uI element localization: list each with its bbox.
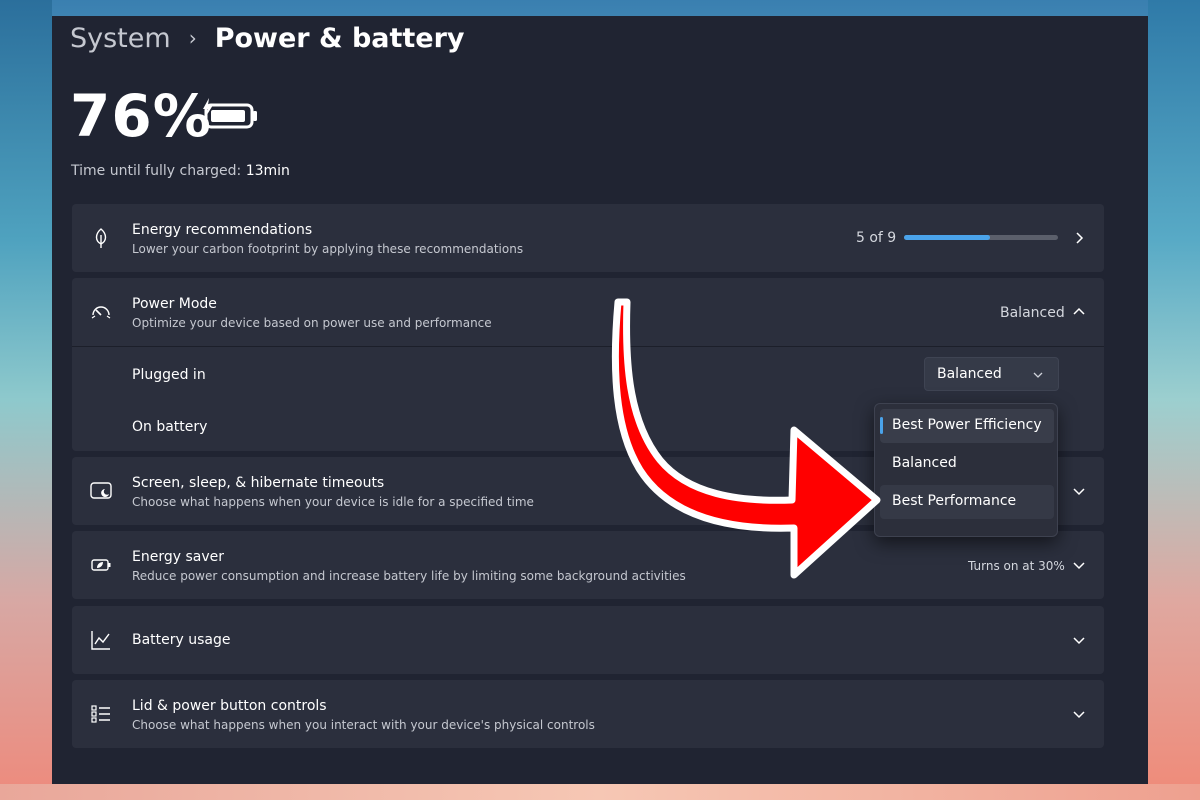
breadcrumb-separator: › [188, 26, 197, 50]
dropdown-option-best-performance[interactable]: Best Performance [880, 485, 1054, 519]
breadcrumb-system[interactable]: System [70, 23, 171, 54]
breadcrumb: System › Power & battery [70, 18, 465, 58]
settings-window: System › Power & battery 76% Time until … [52, 16, 1148, 784]
screen-sleep-icon [90, 482, 112, 499]
energy-saver-value: Turns on at 30% [968, 559, 1065, 573]
recommendations-count: 5 of 9 [856, 230, 897, 246]
power-mode-value: Balanced [1000, 305, 1065, 321]
battery-percentage: 76% [70, 82, 212, 150]
lid-power-title: Lid & power button controls [132, 698, 327, 714]
on-battery-label: On battery [132, 419, 208, 435]
battery-leaf-icon [91, 559, 111, 571]
screen-sleep-title: Screen, sleep, & hibernate timeouts [132, 475, 385, 491]
lid-power-subtitle: Choose what happens when you interact wi… [132, 718, 595, 732]
desktop-background-right [1148, 0, 1200, 800]
dropdown-option-balanced[interactable]: Balanced [880, 447, 1054, 481]
list-icon [91, 705, 110, 723]
plugged-in-label: Plugged in [132, 367, 206, 383]
option-label: Best Power Efficiency [892, 417, 1042, 433]
desktop-background-left [0, 0, 52, 800]
chart-line-icon [91, 631, 110, 650]
chevron-down-icon[interactable] [1072, 484, 1086, 498]
option-label: Balanced [892, 455, 957, 471]
power-mode-title: Power Mode [132, 296, 217, 312]
gauge-icon [91, 306, 111, 319]
battery-usage-title: Battery usage [132, 632, 231, 648]
desktop-background-bottom [0, 784, 1200, 800]
energy-saver-card[interactable]: Energy saver Reduce power consumption an… [72, 531, 1104, 599]
chevron-right-icon[interactable] [1072, 231, 1086, 245]
chevron-down-icon[interactable] [1072, 558, 1086, 572]
page-title: Power & battery [214, 22, 465, 54]
energy-recommendations-subtitle: Lower your carbon footprint by applying … [132, 242, 524, 256]
charge-time-label: Time until fully charged: [71, 163, 242, 179]
plugged-in-dropdown-value: Balanced [937, 366, 1002, 382]
energy-recommendations-card[interactable]: Energy recommendations Lower your carbon… [72, 204, 1104, 272]
energy-saver-title: Energy saver [132, 549, 224, 565]
charge-time-value: 13min [245, 163, 290, 179]
battery-usage-card[interactable]: Battery usage [72, 606, 1104, 674]
recommendations-progress [904, 235, 1058, 240]
chevron-up-icon[interactable] [1072, 305, 1086, 319]
selected-indicator [880, 417, 883, 434]
charge-time-text: Time until fully charged: 13min [71, 163, 290, 179]
power-mode-subtitle: Optimize your device based on power use … [132, 316, 492, 330]
recommendations-progress-fill [904, 235, 991, 240]
lid-power-card[interactable]: Lid & power button controls Choose what … [72, 680, 1104, 748]
leaf-icon [95, 228, 107, 248]
dropdown-option-best-power-efficiency[interactable]: Best Power Efficiency [880, 409, 1054, 443]
option-label: Best Performance [892, 493, 1017, 509]
chevron-down-icon [1033, 372, 1043, 378]
screen-sleep-subtitle: Choose what happens when your device is … [132, 495, 534, 509]
power-mode-card[interactable]: Power Mode Optimize your device based on… [72, 278, 1104, 346]
energy-recommendations-title: Energy recommendations [132, 222, 313, 238]
energy-saver-subtitle: Reduce power consumption and increase ba… [132, 569, 686, 583]
plugged-in-dropdown[interactable]: Balanced [924, 357, 1059, 391]
battery-charging-icon [203, 98, 257, 129]
power-mode-dropdown-menu: Best Power Efficiency Balanced Best Perf… [874, 403, 1058, 537]
chevron-down-icon[interactable] [1072, 633, 1086, 647]
chevron-down-icon[interactable] [1072, 707, 1086, 721]
